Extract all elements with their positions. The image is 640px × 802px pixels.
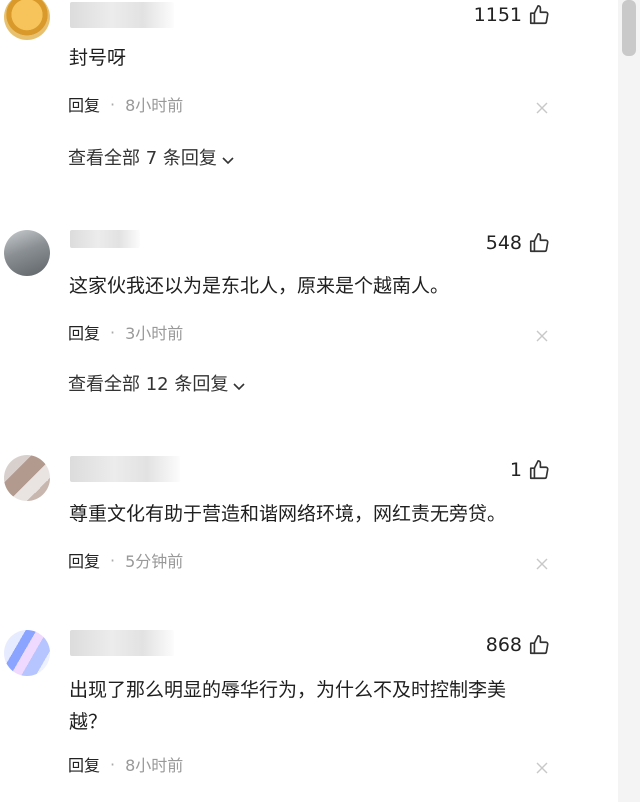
avatar[interactable]: [4, 630, 50, 676]
comment-text-line: 越？: [69, 711, 108, 733]
like-button[interactable]: 868: [486, 634, 550, 656]
comments-panel: 1151 封号呀 回复 · 8小时前 查看全部 7 条回复 548 这家伙我还以…: [0, 0, 640, 802]
scrollbar-track[interactable]: [618, 0, 640, 802]
thumbs-up-icon: [528, 634, 550, 656]
meta-separator: ·: [110, 754, 116, 774]
comment-item: 868 出现了那么明显的辱华行为，为什么不及时控制李美 越？ 回复 · 8小时前: [0, 0, 590, 802]
scrollbar-thumb[interactable]: [622, 0, 636, 56]
username-blurred[interactable]: [70, 630, 174, 656]
comment-meta: 回复 · 8小时前: [68, 752, 183, 776]
close-icon[interactable]: [536, 759, 548, 774]
reply-button[interactable]: 回复: [68, 752, 100, 776]
comment-time: 8小时前: [125, 756, 184, 775]
comment-text-line: 出现了那么明显的辱华行为，为什么不及时控制李美: [69, 679, 507, 701]
like-count: 868: [485, 634, 522, 656]
comment-text: 出现了那么明显的辱华行为，为什么不及时控制李美 越？: [69, 674, 506, 738]
